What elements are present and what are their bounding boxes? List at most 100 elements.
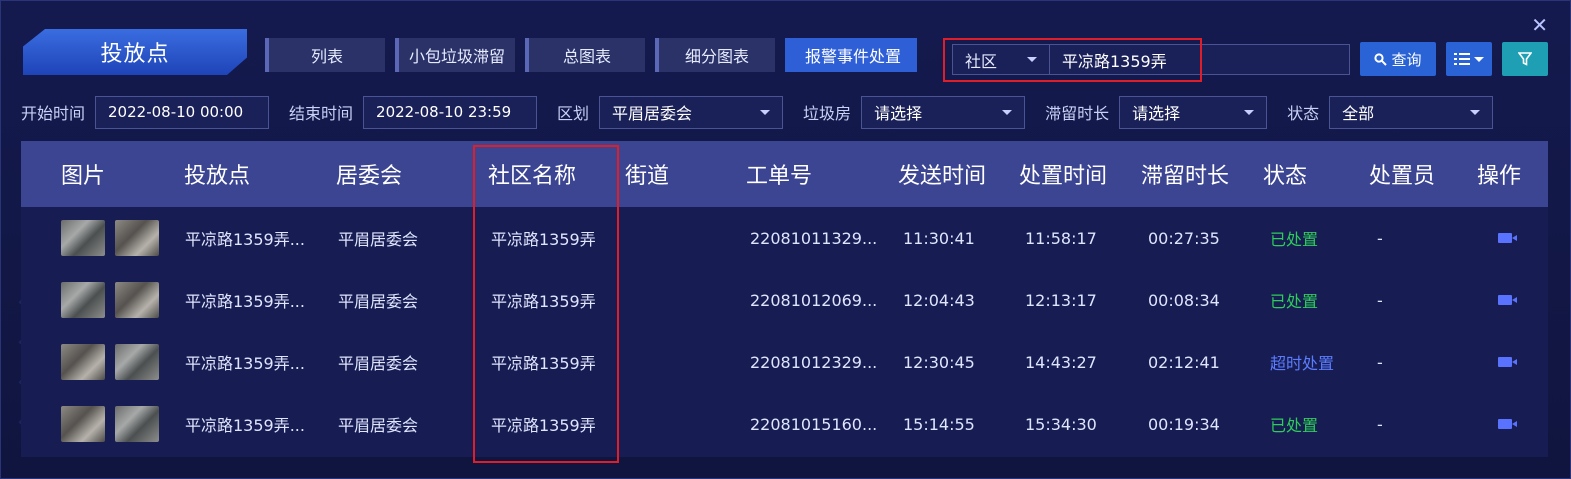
table-row: 平凉路1359弄... 平眉居委会 平凉路1359弄 22081012329..… xyxy=(21,331,1548,393)
garbage-room-label: 垃圾房 xyxy=(803,104,852,123)
tab-small-garbage-stay[interactable]: 小包垃圾滞留 xyxy=(395,38,515,72)
video-action[interactable] xyxy=(1498,207,1517,269)
column-header: 社区名称 xyxy=(488,164,577,189)
stay-duration-value: 请选择 xyxy=(1132,104,1181,123)
handle-time-cell: 14:43:27 xyxy=(1025,352,1097,372)
video-action[interactable] xyxy=(1498,331,1517,393)
photo-thumbnail[interactable] xyxy=(115,406,159,442)
page-title: 投放点 xyxy=(23,29,247,75)
column-header: 发送时间 xyxy=(898,164,987,189)
tab-total-chart[interactable]: 总图表 xyxy=(525,38,645,72)
photo-thumbnail[interactable] xyxy=(115,220,159,256)
table-header: 图片 投放点 居委会 社区名称 街道 工单号 发送时间 处置时间 滞留时长 状态… xyxy=(21,141,1548,207)
district-label: 区划 xyxy=(557,104,590,123)
chevron-down-icon xyxy=(1470,109,1481,115)
stay-cell: 00:19:34 xyxy=(1148,414,1220,434)
column-header: 处置时间 xyxy=(1019,164,1108,189)
status-label: 状态 xyxy=(1287,104,1320,123)
status-cell: 已处置 xyxy=(1270,230,1319,249)
list-icon xyxy=(1454,53,1470,65)
dialog-panel: ✕ 投放点 列表 小包垃圾滞留 总图表 细分图表 报警事件处置 社区 平凉路13… xyxy=(0,0,1571,479)
tab-list[interactable]: 列表 xyxy=(265,38,385,72)
close-icon[interactable]: ✕ xyxy=(1531,13,1548,37)
video-camera-icon[interactable] xyxy=(1498,233,1517,243)
photo-thumbnail[interactable] xyxy=(115,282,159,318)
filter-button[interactable] xyxy=(1502,42,1548,76)
district-select[interactable]: 平眉居委会 xyxy=(599,95,784,129)
chevron-down-icon xyxy=(1002,109,1013,115)
chevron-down-icon xyxy=(1474,56,1484,62)
column-header: 处置员 xyxy=(1369,164,1436,189)
handle-time-cell: 12:13:17 xyxy=(1025,290,1097,310)
handle-time-cell: 15:34:30 xyxy=(1025,414,1097,434)
tab-sub-chart[interactable]: 细分图表 xyxy=(655,38,775,72)
column-header: 状态 xyxy=(1263,164,1308,189)
status-value: 全部 xyxy=(1342,104,1375,123)
send-time-cell: 11:30:41 xyxy=(903,228,975,248)
send-time-cell: 12:30:45 xyxy=(903,352,975,372)
handle-time-cell: 11:58:17 xyxy=(1025,228,1097,248)
table-body: 平凉路1359弄... 平眉居委会 平凉路1359弄 22081011329..… xyxy=(21,207,1548,457)
staff-cell: - xyxy=(1377,228,1383,248)
video-camera-icon[interactable] xyxy=(1498,295,1517,305)
table-row: 平凉路1359弄... 平眉居委会 平凉路1359弄 22081012069..… xyxy=(21,269,1548,331)
point-cell: 平凉路1359弄... xyxy=(185,292,305,311)
point-cell: 平凉路1359弄... xyxy=(185,230,305,249)
search-input-value: 平凉路1359弄 xyxy=(1062,51,1167,71)
stay-cell: 00:27:35 xyxy=(1148,228,1220,248)
column-header: 滞留时长 xyxy=(1141,164,1230,189)
video-action[interactable] xyxy=(1498,269,1517,331)
end-time-input[interactable]: 2022-08-10 23:59 xyxy=(363,95,538,129)
video-camera-icon[interactable] xyxy=(1498,357,1517,367)
column-header: 操作 xyxy=(1477,164,1522,189)
table-row: 平凉路1359弄... 平眉居委会 平凉路1359弄 22081015160..… xyxy=(21,393,1548,455)
point-cell: 平凉路1359弄... xyxy=(185,416,305,435)
district-value: 平眉居委会 xyxy=(612,104,693,123)
photo-thumbnail[interactable] xyxy=(61,344,105,380)
stay-duration-select[interactable]: 请选择 xyxy=(1119,95,1268,129)
image-cell xyxy=(61,207,159,269)
query-button[interactable]: 查询 xyxy=(1360,42,1436,76)
community-cell: 平凉路1359弄 xyxy=(491,354,596,373)
stay-cell: 00:08:34 xyxy=(1148,290,1220,310)
search-type-select[interactable]: 社区 xyxy=(952,44,1050,75)
status-select[interactable]: 全部 xyxy=(1329,95,1494,129)
chevron-down-icon xyxy=(760,109,771,115)
stay-cell: 02:12:41 xyxy=(1148,352,1220,372)
video-action[interactable] xyxy=(1498,393,1517,455)
tab-bar: 列表 小包垃圾滞留 总图表 细分图表 报警事件处置 xyxy=(265,38,918,72)
status-cell: 超时处置 xyxy=(1270,354,1335,373)
list-view-button[interactable] xyxy=(1446,42,1492,76)
table-row: 平凉路1359弄... 平眉居委会 平凉路1359弄 22081011329..… xyxy=(21,207,1548,269)
search-type-value: 社区 xyxy=(965,51,998,71)
community-cell: 平凉路1359弄 xyxy=(491,416,596,435)
tab-alarm-event[interactable]: 报警事件处置 xyxy=(785,38,918,72)
committee-cell: 平眉居委会 xyxy=(338,416,419,435)
photo-thumbnail[interactable] xyxy=(115,344,159,380)
staff-cell: - xyxy=(1377,352,1383,372)
video-camera-icon[interactable] xyxy=(1498,419,1517,429)
community-cell: 平凉路1359弄 xyxy=(491,230,596,249)
photo-thumbnail[interactable] xyxy=(61,220,105,256)
column-header: 街道 xyxy=(625,164,670,189)
photo-thumbnail[interactable] xyxy=(61,406,105,442)
stay-duration-label: 滞留时长 xyxy=(1045,104,1110,123)
staff-cell: - xyxy=(1377,290,1383,310)
order-cell: 22081015160... xyxy=(750,414,878,434)
column-header: 工单号 xyxy=(746,164,813,189)
order-cell: 22081012069... xyxy=(750,290,878,310)
chevron-down-icon xyxy=(1027,57,1037,62)
status-cell: 已处置 xyxy=(1270,292,1319,311)
community-cell: 平凉路1359弄 xyxy=(491,292,596,311)
image-cell xyxy=(61,269,159,331)
search-icon xyxy=(1374,52,1388,66)
garbage-room-select[interactable]: 请选择 xyxy=(861,95,1026,129)
filter-row: 开始时间 2022-08-10 00:00 结束时间 2022-08-10 23… xyxy=(21,95,1494,129)
search-input[interactable]: 平凉路1359弄 xyxy=(1050,44,1350,75)
column-header: 居委会 xyxy=(336,164,403,189)
order-cell: 22081011329... xyxy=(750,228,878,248)
photo-thumbnail[interactable] xyxy=(61,282,105,318)
end-time-label: 结束时间 xyxy=(289,104,354,123)
committee-cell: 平眉居委会 xyxy=(338,354,419,373)
start-time-input[interactable]: 2022-08-10 00:00 xyxy=(95,95,270,129)
